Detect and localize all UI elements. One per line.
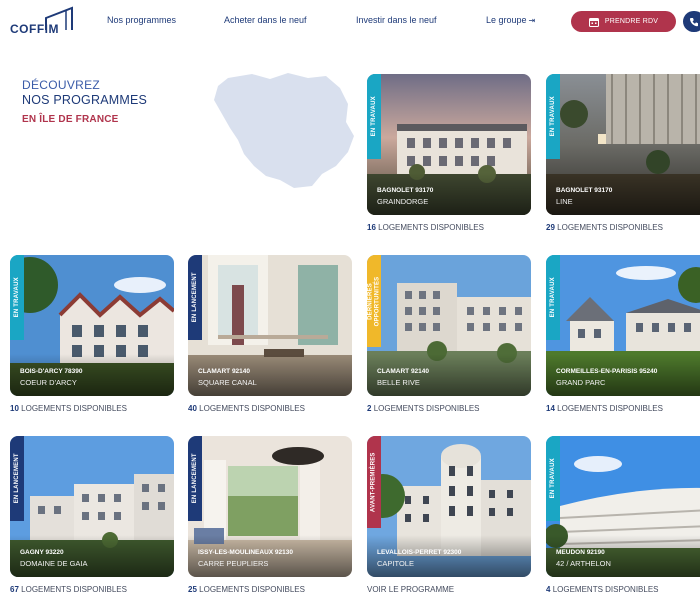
site-header: COFFIM Nos programmes Acheter dans le ne… [0,0,700,44]
program-name: LINE [556,197,573,206]
status-badge: EN TRAVAUX [367,74,381,159]
status-badge: DERNIÈRES OPPORTUNITÉS [367,255,381,347]
status-badge: EN LANCEMENT [10,436,24,521]
status-badge: EN TRAVAUX [546,436,560,521]
available-count[interactable]: 14 LOGEMENTS DISPONIBLES [546,404,663,413]
program-card[interactable]: EN TRAVAUX BAGNOLET 93170 LINE [546,74,700,215]
status-badge: EN LANCEMENT [188,255,202,340]
intro-region: EN ÎLE DE FRANCE [22,114,119,125]
logo-text: COFFIM [10,22,59,36]
status-badge: EN LANCEMENT [188,436,202,521]
program-city: CLAMART 92140 [198,368,251,375]
program-card[interactable]: EN TRAVAUX BAGNOLET 93170 GRAINDORGE [367,74,531,215]
prendre-rdv-button[interactable]: PRENDRE RDV [571,11,676,32]
intro-block: DÉCOUVREZ NOS PROGRAMMES EN ÎLE DE FRANC… [22,78,147,125]
program-card[interactable]: EN TRAVAUX CORMEILLES-EN-PARISIS 95240 G… [546,255,700,396]
program-name: DOMAINE DE GAIA [20,559,88,568]
nav-acheter[interactable]: Acheter dans le neuf [224,15,307,25]
status-badge: AVANT-PREMIÈRES [367,436,381,528]
available-count[interactable]: 2 LOGEMENTS DISPONIBLES [367,404,480,413]
program-city: CORMEILLES-EN-PARISIS 95240 [556,368,658,375]
available-count[interactable]: 4 LOGEMENTS DISPONIBLES [546,585,659,594]
program-name: BELLE RIVE [377,378,420,387]
prendre-rdv-label: PRENDRE RDV [604,18,659,25]
calendar-icon [588,17,599,27]
status-badge: EN TRAVAUX [10,255,24,340]
program-city: BAGNOLET 93170 [556,187,613,194]
status-badge: EN TRAVAUX [546,74,560,159]
program-name: CAPITOLE [377,559,414,568]
voir-le-programme-link[interactable]: VOIR LE PROGRAMME [367,585,454,594]
phone-button[interactable] [683,11,700,32]
program-card[interactable]: EN TRAVAUX MEUDON 92190 42 / ARTHELON [546,436,700,577]
coffim-logo[interactable]: COFFIM [10,6,78,36]
program-card[interactable]: AVANT-PREMIÈRES LEVALLOIS-PERRET 92300 C… [367,436,531,577]
program-city: GAGNY 93220 [20,549,64,556]
program-name: GRAINDORGE [377,197,429,206]
program-city: CLAMART 92140 [377,368,430,375]
available-count[interactable]: 29 LOGEMENTS DISPONIBLES [546,223,663,232]
program-name: COEUR D'ARCY [20,378,77,387]
available-count[interactable]: 10 LOGEMENTS DISPONIBLES [10,404,127,413]
available-count[interactable]: 25 LOGEMENTS DISPONIBLES [188,585,305,594]
program-name: SQUARE CANAL [198,378,257,387]
available-count[interactable]: 16 LOGEMENTS DISPONIBLES [367,223,484,232]
program-city: BOIS-D'ARCY 78390 [20,368,83,375]
program-card[interactable]: DERNIÈRES OPPORTUNITÉS CLAMART 92140 BEL… [367,255,531,396]
external-link-icon: ⇥ [528,16,536,25]
nav-nos-programmes[interactable]: Nos programmes [107,15,176,25]
program-city: LEVALLOIS-PERRET 92300 [377,549,462,556]
program-name: 42 / ARTHELON [556,559,611,568]
program-card[interactable]: EN LANCEMENT GAGNY 93220 DOMAINE DE GAIA [10,436,174,577]
phone-icon [689,17,698,26]
nav-le-groupe-label: Le groupe [486,15,527,25]
ile-de-france-map [214,73,354,188]
program-card[interactable]: EN LANCEMENT CLAMART 92140 SQUARE CANAL [188,255,352,396]
program-name: GRAND PARC [556,378,606,387]
program-city: ISSY-LES-MOULINEAUX 92130 [198,549,293,556]
intro-discover: DÉCOUVREZ [22,78,101,92]
program-city: MEUDON 92190 [556,549,605,556]
intro-programs: NOS PROGRAMMES [22,93,148,107]
program-name: CARRE PEUPLIERS [198,559,269,568]
nav-le-groupe[interactable]: Le groupe ⇥ [486,15,535,25]
program-card[interactable]: EN LANCEMENT ISSY-LES-MOULINEAUX 92130 C… [188,436,352,577]
program-city: BAGNOLET 93170 [377,187,434,194]
nav-investir[interactable]: Investir dans le neuf [356,15,437,25]
program-card[interactable]: EN TRAVAUX BOIS-D'ARCY 78390 COEUR D'ARC… [10,255,174,396]
available-count[interactable]: 67 LOGEMENTS DISPONIBLES [10,585,127,594]
available-count[interactable]: 40 LOGEMENTS DISPONIBLES [188,404,305,413]
status-badge: EN TRAVAUX [546,255,560,340]
